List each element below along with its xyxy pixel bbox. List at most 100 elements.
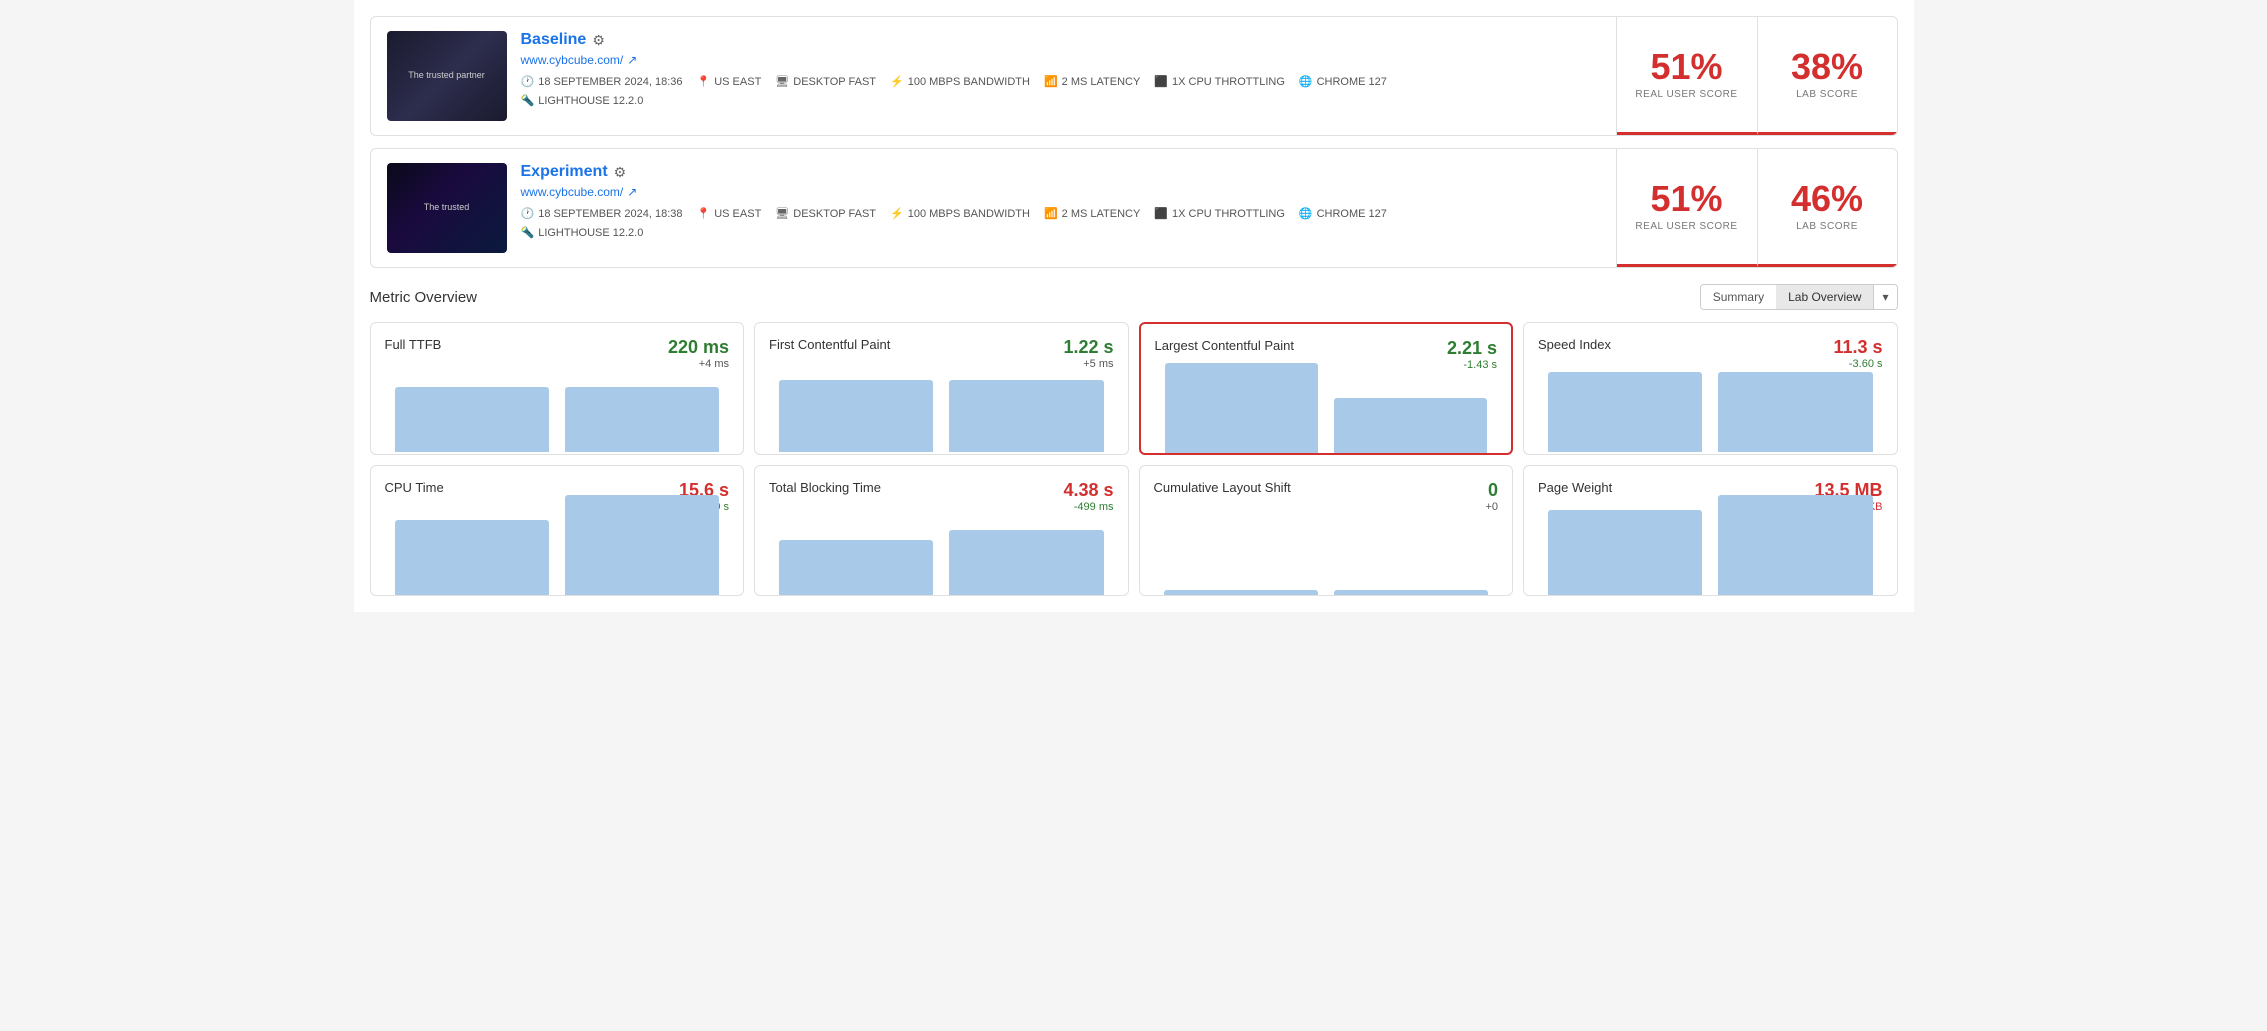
experiment-lab-value: 46% — [1791, 181, 1863, 217]
experiment-info: Experiment ⚙ www.cybcube.com/ ↗ 🕐 18 SEP… — [521, 163, 1600, 239]
metric-card-2: Largest Contentful Paint 2.21 s-1.43 s — [1139, 322, 1514, 455]
location-icon-2: 📍 — [697, 207, 711, 220]
clock-icon-2: 🕐 — [521, 207, 535, 220]
baseline-meta: 🕐 18 SEPTEMBER 2024, 18:36 📍 US EAST 🖥 D… — [521, 75, 1600, 88]
metric-bars-4 — [385, 515, 730, 595]
baseline-real-user-score-box: 51% REAL USER SCORE — [1617, 17, 1757, 135]
metric-card-header-1: First Contentful Paint 1.22 s+5 ms — [769, 337, 1114, 370]
browser-icon-2: 🌐 — [1299, 207, 1313, 220]
metric-bar-0-1 — [565, 387, 719, 452]
metric-bars-2 — [1155, 373, 1498, 453]
metric-overview-title: Metric Overview — [370, 289, 478, 306]
lighthouse-icon: 🔦 — [521, 94, 535, 107]
metric-card-header-6: Cumulative Layout Shift 0+0 — [1154, 480, 1499, 513]
experiment-throttling: ⬛ 1X CPU THROTTLING — [1154, 207, 1285, 220]
metric-card-3: Speed Index11.3 s-3.60 s — [1523, 322, 1898, 455]
location-icon: 📍 — [697, 75, 711, 88]
latency-icon: 📶 — [1044, 75, 1058, 88]
metric-name-7: Page Weight — [1538, 480, 1612, 495]
toggle-dropdown-btn[interactable]: ▾ — [1873, 285, 1896, 309]
baseline-throttling: ⬛ 1X CPU THROTTLING — [1154, 75, 1285, 88]
cpu-icon: ⬛ — [1154, 75, 1168, 88]
baseline-lighthouse: 🔦 LIGHTHOUSE 12.2.0 — [521, 94, 1600, 107]
baseline-title: Baseline — [521, 31, 587, 49]
experiment-lighthouse-version: 🔦 LIGHTHOUSE 12.2.0 — [521, 226, 644, 239]
metric-value-0: 220 ms — [668, 337, 729, 358]
experiment-url[interactable]: www.cybcube.com/ ↗ — [521, 185, 1600, 199]
baseline-title-row: Baseline ⚙ — [521, 31, 1600, 49]
metric-bar-1-1 — [949, 380, 1103, 452]
metric-bars-7 — [1538, 515, 1883, 595]
metric-bar-0-0 — [395, 387, 549, 452]
baseline-lab-label: LAB SCORE — [1796, 89, 1858, 100]
experiment-real-user-label: REAL USER SCORE — [1635, 221, 1737, 232]
experiment-title-row: Experiment ⚙ — [521, 163, 1600, 181]
metric-name-1: First Contentful Paint — [769, 337, 890, 352]
metric-bar-7-0 — [1548, 510, 1702, 595]
experiment-score-pair: 51% REAL USER SCORE 46% LAB SCORE — [1617, 149, 1897, 267]
baseline-location: 📍 US EAST — [697, 75, 762, 88]
baseline-score-pair: 51% REAL USER SCORE 38% LAB SCORE — [1617, 17, 1897, 135]
experiment-thumbnail: The trusted — [387, 163, 507, 253]
baseline-scores: 51% REAL USER SCORE 38% LAB SCORE — [1616, 17, 1897, 135]
metric-delta-6: +0 — [1485, 501, 1498, 513]
metric-bar-3-1 — [1718, 372, 1872, 452]
experiment-title: Experiment — [521, 163, 608, 181]
lab-overview-toggle-btn[interactable]: Lab Overview — [1776, 285, 1873, 309]
experiment-bandwidth: ⚡ 100 MBPS BANDWIDTH — [890, 207, 1030, 220]
metric-bars-6 — [1154, 515, 1499, 595]
metric-value-area-1: 1.22 s+5 ms — [1063, 337, 1113, 370]
cpu-icon-2: ⬛ — [1154, 207, 1168, 220]
lighthouse-icon-2: 🔦 — [521, 226, 535, 239]
metric-bar-2-1 — [1334, 398, 1487, 453]
metric-card-1: First Contentful Paint 1.22 s+5 ms — [754, 322, 1129, 455]
experiment-lab-label: LAB SCORE — [1796, 221, 1858, 232]
experiment-real-user-score-box: 51% REAL USER SCORE — [1617, 149, 1757, 267]
metric-bars-3 — [1538, 372, 1883, 452]
summary-toggle-btn[interactable]: Summary — [1701, 285, 1776, 309]
metric-delta-1: +5 ms — [1063, 358, 1113, 370]
metric-value-1: 1.22 s — [1063, 337, 1113, 358]
experiment-device: 🖥 DESKTOP FAST — [775, 207, 876, 220]
metric-bar-7-1 — [1718, 495, 1872, 595]
experiment-real-user-value: 51% — [1650, 181, 1722, 217]
metric-name-5: Total Blocking Time — [769, 480, 881, 495]
metric-card-6: Cumulative Layout Shift 0+0 — [1139, 465, 1514, 596]
baseline-lab-value: 38% — [1791, 49, 1863, 85]
metric-name-6: Cumulative Layout Shift — [1154, 480, 1291, 495]
metric-name-0: Full TTFB — [385, 337, 442, 352]
baseline-real-user-label: REAL USER SCORE — [1635, 89, 1737, 100]
metric-card-7: Page Weight13.5 MB+751 KB — [1523, 465, 1898, 596]
metric-value-2: 2.21 s — [1447, 338, 1497, 359]
desktop-icon: 🖥 — [775, 75, 789, 88]
baseline-lab-score-box: 38% LAB SCORE — [1757, 17, 1897, 135]
metric-value-area-2: 2.21 s-1.43 s — [1447, 338, 1497, 371]
baseline-latency: 📶 2 MS LATENCY — [1044, 75, 1140, 88]
view-toggle[interactable]: Summary Lab Overview ▾ — [1700, 284, 1898, 310]
metrics-grid: Full TTFB 220 ms+4 ms First Contentful Pai… — [370, 322, 1898, 596]
experiment-settings-icon[interactable]: ⚙ — [614, 164, 627, 181]
metric-delta-2: -1.43 s — [1447, 359, 1497, 371]
metric-bars-0 — [385, 372, 730, 452]
external-link-icon: ↗ — [627, 53, 637, 67]
experiment-lab-score-box: 46% LAB SCORE — [1757, 149, 1897, 267]
metric-bar-6-1 — [1334, 590, 1488, 595]
baseline-test-content: The trusted partner Baseline ⚙ www.cybcu… — [371, 17, 1616, 135]
experiment-browser: 🌐 CHROME 127 — [1299, 207, 1387, 220]
metric-delta-0: +4 ms — [668, 358, 729, 370]
metric-card-header-3: Speed Index11.3 s-3.60 s — [1538, 337, 1883, 370]
baseline-date: 🕐 18 SEPTEMBER 2024, 18:36 — [521, 75, 683, 88]
bandwidth-icon-2: ⚡ — [890, 207, 904, 220]
baseline-info: Baseline ⚙ www.cybcube.com/ ↗ 🕐 18 SEPTE… — [521, 31, 1600, 107]
metric-bars-1 — [769, 372, 1114, 452]
baseline-url[interactable]: www.cybcube.com/ ↗ — [521, 53, 1600, 67]
metric-value-area-6: 0+0 — [1485, 480, 1498, 513]
metric-card-4: CPU Time15.6 s-1.59 s — [370, 465, 745, 596]
metric-name-2: Largest Contentful Paint — [1155, 338, 1294, 353]
baseline-browser: 🌐 CHROME 127 — [1299, 75, 1387, 88]
metric-value-6: 0 — [1485, 480, 1498, 501]
browser-icon: 🌐 — [1299, 75, 1313, 88]
baseline-thumb-text: The trusted partner — [404, 66, 489, 86]
baseline-device: 🖥 DESKTOP FAST — [775, 75, 876, 88]
baseline-settings-icon[interactable]: ⚙ — [592, 32, 605, 49]
